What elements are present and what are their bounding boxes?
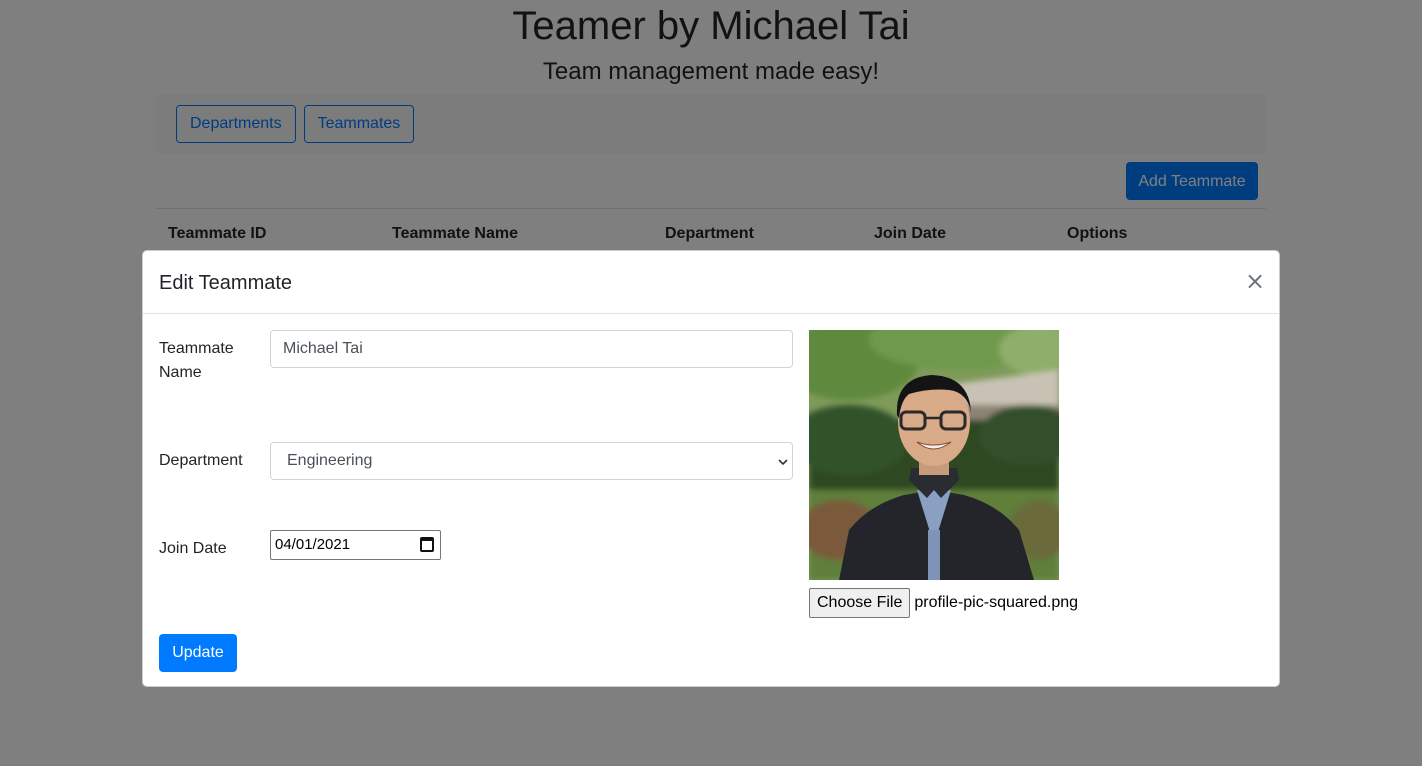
file-input: Choose File profile-pic-squared.png: [809, 588, 1078, 618]
modal-header: Edit Teammate ×: [143, 251, 1279, 314]
teammate-name-label: Teammate Name: [159, 340, 234, 381]
close-icon[interactable]: ×: [1245, 267, 1265, 295]
chevron-down-icon: [778, 443, 788, 479]
profile-photo-image: [809, 330, 1059, 580]
selected-file-name: profile-pic-squared.png: [914, 594, 1079, 611]
edit-teammate-modal: Edit Teammate × Teammate Name Department…: [142, 250, 1280, 687]
join-date-value: 04/01/2021: [275, 536, 351, 553]
department-label: Department: [159, 452, 243, 469]
calendar-icon[interactable]: [420, 537, 434, 552]
choose-file-button[interactable]: Choose File: [809, 588, 911, 618]
profile-photo: [809, 330, 1059, 580]
department-selected-value: Engineering: [287, 452, 373, 469]
join-date-input[interactable]: 04/01/2021: [270, 530, 441, 560]
join-date-label: Join Date: [159, 540, 227, 557]
modal-title: Edit Teammate: [159, 272, 293, 294]
teammate-name-input[interactable]: [270, 330, 793, 368]
update-button[interactable]: Update: [159, 634, 237, 672]
department-select[interactable]: Engineering: [270, 442, 793, 480]
